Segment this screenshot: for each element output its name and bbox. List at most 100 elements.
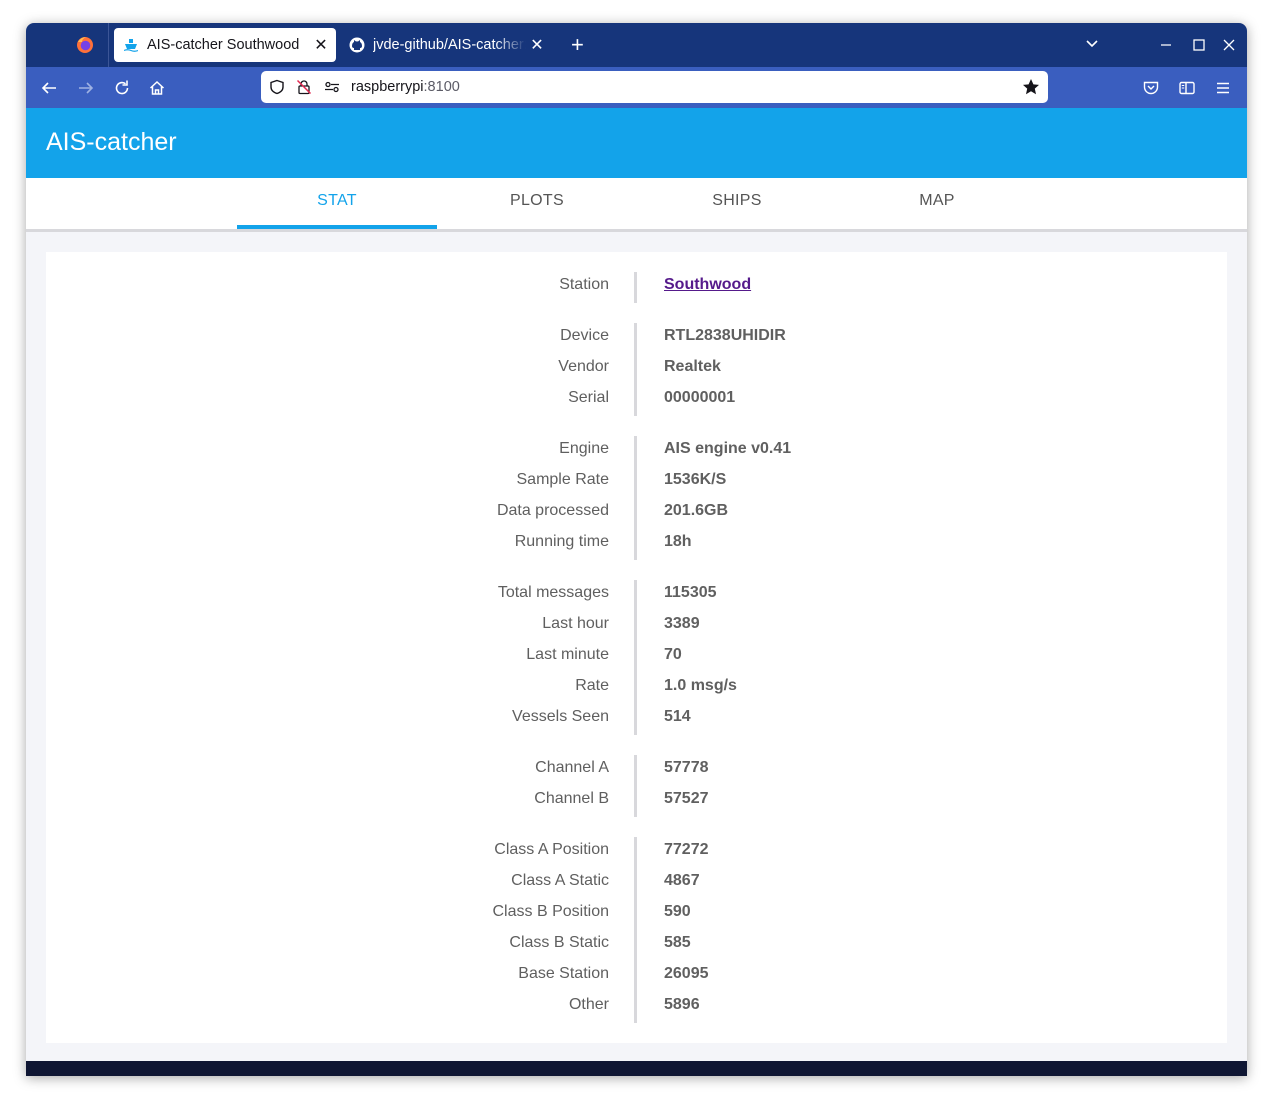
stat-label: Channel A (535, 759, 609, 776)
stat-value: Realtek (664, 358, 721, 375)
permissions-icon[interactable] (324, 79, 340, 95)
tab-title: AIS-catcher Southwood (147, 37, 300, 53)
classes-group: Class A Position 77272 Class A Static 48… (46, 837, 1227, 1023)
stat-value: 70 (664, 646, 682, 663)
tabstrip-separator (108, 23, 109, 67)
stat-row-data-processed: Data processed 201.6GB (46, 498, 1227, 529)
stat-value: 585 (664, 934, 691, 951)
station-link[interactable]: Southwood (664, 276, 751, 294)
back-icon[interactable] (40, 79, 58, 97)
stat-label: Serial (568, 389, 609, 406)
tab-plots[interactable]: PLOTS (437, 178, 637, 229)
stat-label: Last hour (542, 615, 609, 632)
stat-label: Station (559, 276, 609, 293)
engine-group: Engine AIS engine v0.41 Sample Rate 1536… (46, 436, 1227, 560)
stat-row-rate: Rate 1.0 msg/s (46, 673, 1227, 704)
tab-map[interactable]: MAP (837, 178, 1037, 229)
stat-row-channel-a: Channel A 57778 (46, 755, 1227, 786)
stat-label: Class B Static (509, 934, 609, 951)
stat-row-other: Other 5896 (46, 992, 1227, 1023)
home-icon[interactable] (148, 79, 166, 97)
device-group: Device RTL2838UHIDIR Vendor Realtek Seri… (46, 323, 1227, 416)
stat-label: Base Station (518, 965, 609, 982)
stats-card: Station Southwood Device RTL2838UHIDIR V… (46, 252, 1227, 1043)
stat-row-running-time: Running time 18h (46, 529, 1227, 560)
stat-label: Other (568, 996, 609, 1013)
stat-row-total-messages: Total messages 115305 (46, 580, 1227, 611)
stat-value: 1.0 msg/s (664, 677, 737, 694)
stat-value: 115305 (664, 584, 717, 601)
app-title: AIS-catcher (46, 128, 177, 156)
github-icon (349, 37, 365, 53)
browser-tab-github[interactable]: jvde-github/AIS-catcher: A ✕ (340, 28, 552, 62)
stat-label: Rate (575, 677, 609, 694)
hamburger-menu-icon[interactable] (1214, 79, 1232, 97)
bookmark-star-icon[interactable] (1022, 78, 1040, 96)
shield-icon[interactable] (269, 79, 285, 95)
stat-label: Class A Static (511, 872, 609, 889)
url-text[interactable]: raspberrypi:8100 (351, 79, 460, 95)
stat-label: Device (560, 327, 609, 344)
stat-label: Channel B (534, 790, 609, 807)
tab-ships[interactable]: SHIPS (637, 178, 837, 229)
url-host: raspberrypi (351, 79, 424, 95)
stat-value: 590 (664, 903, 691, 920)
stat-value: 26095 (664, 965, 709, 982)
forward-icon[interactable] (77, 79, 95, 97)
browser-window: AIS-catcher Southwood ✕ jvde-github/AIS-… (26, 23, 1247, 1076)
browser-tabstrip: AIS-catcher Southwood ✕ jvde-github/AIS-… (26, 23, 1247, 67)
close-window-icon[interactable] (1222, 35, 1236, 55)
stat-label: Engine (559, 440, 609, 457)
maximize-icon[interactable] (1192, 35, 1206, 55)
stat-label: Data processed (496, 502, 609, 519)
stat-label: Last minute (526, 646, 609, 663)
chevron-down-icon[interactable] (1085, 37, 1099, 51)
stat-row-class-b-static: Class B Static 585 (46, 930, 1227, 961)
minimize-icon[interactable] (1159, 35, 1173, 55)
stat-row-channel-b: Channel B 57527 (46, 786, 1227, 817)
stat-value: 3389 (664, 615, 700, 632)
stat-label: Running time (514, 533, 609, 550)
stat-row-class-a-static: Class A Static 4867 (46, 868, 1227, 899)
ship-icon (123, 37, 139, 53)
app-tabbar: STAT PLOTS SHIPS MAP (26, 178, 1247, 232)
browser-tab-ais-catcher[interactable]: AIS-catcher Southwood ✕ (114, 28, 336, 62)
app-header: AIS-catcher (26, 108, 1247, 178)
page-footer (26, 1061, 1247, 1076)
stat-label: Total messages (497, 584, 609, 601)
stat-label: Vendor (558, 358, 609, 375)
stat-label: Sample Rate (516, 471, 610, 488)
stat-row-serial: Serial 00000001 (46, 385, 1227, 416)
stat-row-last-minute: Last minute 70 (46, 642, 1227, 673)
stat-value: RTL2838UHIDIR (664, 327, 786, 344)
stat-row-class-a-position: Class A Position 77272 (46, 837, 1227, 868)
channels-group: Channel A 57778 Channel B 57527 (46, 755, 1227, 817)
insecure-lock-icon[interactable] (296, 79, 312, 95)
pocket-icon[interactable] (1142, 79, 1160, 97)
station-group: Station Southwood (46, 272, 1227, 303)
stat-value: 77272 (664, 841, 709, 858)
messages-group: Total messages 115305 Last hour 3389 Las… (46, 580, 1227, 735)
stat-label: Class B Position (492, 903, 610, 920)
stat-value: 5896 (664, 996, 700, 1013)
new-tab-icon[interactable]: + (571, 34, 584, 56)
url-bar[interactable]: raspberrypi:8100 (261, 71, 1048, 103)
tab-title: jvde-github/AIS-catcher: A (373, 37, 526, 53)
stat-label: Vessels Seen (512, 708, 609, 725)
stat-row-class-b-position: Class B Position 590 (46, 899, 1227, 930)
stat-row-device: Device RTL2838UHIDIR (46, 323, 1227, 354)
stat-value: 18h (664, 533, 692, 550)
stat-value: 201.6GB (664, 502, 729, 519)
reload-icon[interactable] (113, 79, 131, 97)
stat-value: 1536K/S (664, 471, 727, 488)
stat-value: 514 (664, 708, 691, 725)
stat-row-station: Station Southwood (46, 272, 1227, 303)
stat-row-base-station: Base Station 26095 (46, 961, 1227, 992)
stat-value: 4867 (664, 872, 700, 889)
tab-stat[interactable]: STAT (237, 178, 437, 229)
firefox-icon[interactable] (76, 36, 94, 54)
stat-value: 57527 (664, 790, 709, 807)
close-tab-icon[interactable]: ✕ (526, 35, 548, 55)
sidebar-icon[interactable] (1178, 79, 1196, 97)
close-tab-icon[interactable]: ✕ (310, 35, 332, 55)
